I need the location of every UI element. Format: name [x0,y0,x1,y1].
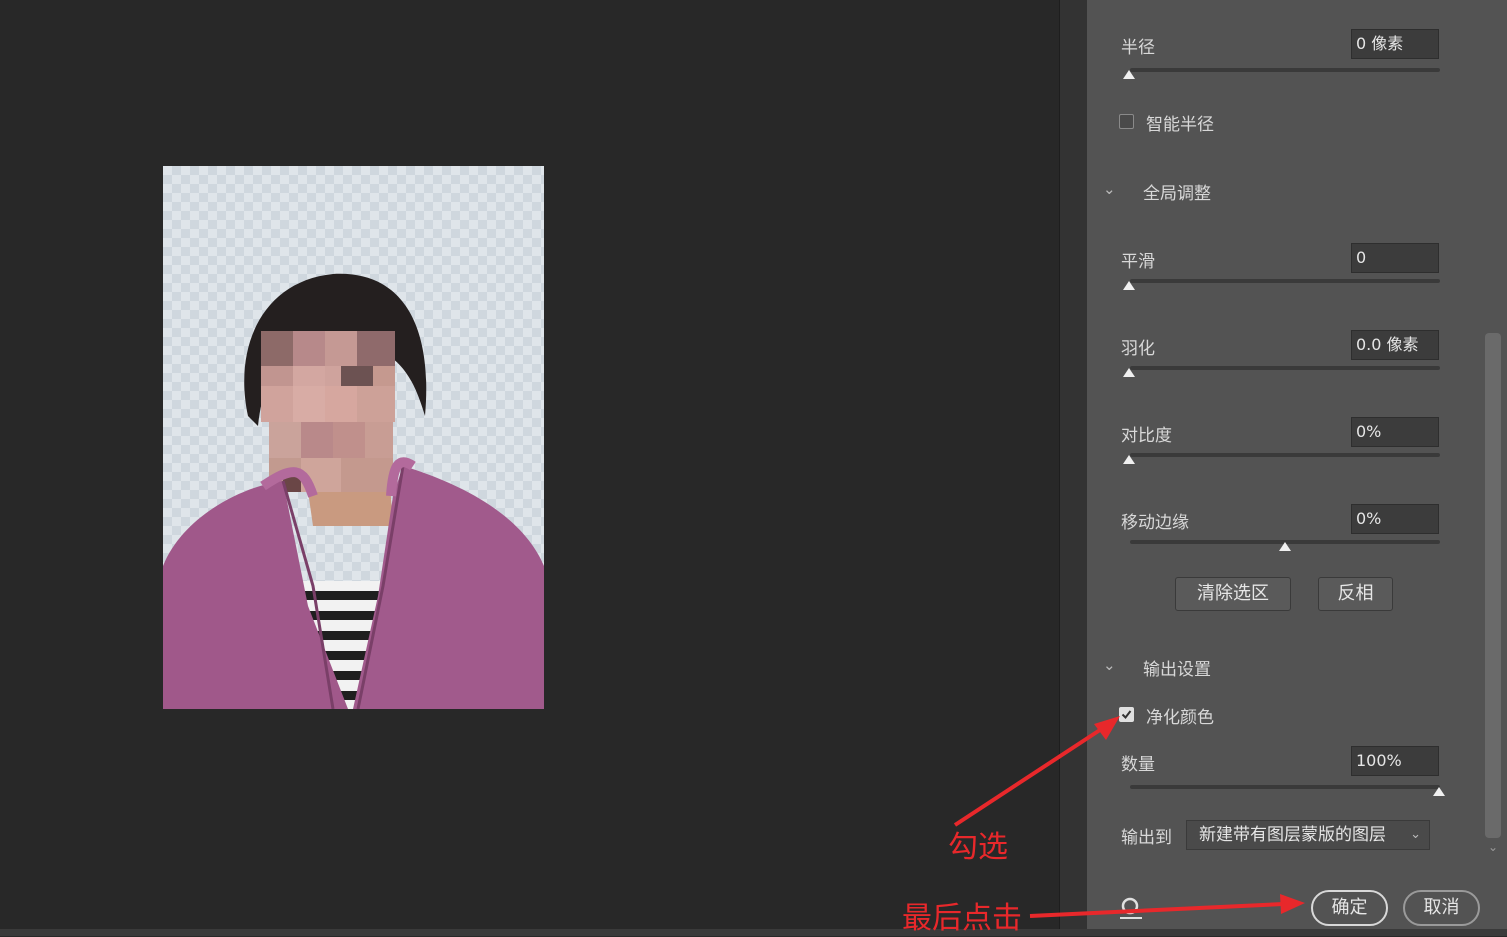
contrast-slider-thumb[interactable] [1122,451,1136,465]
annotation-check-hint: 勾选 [948,830,1008,865]
refine-edge-panel [1087,0,1481,936]
amount-slider[interactable] [1130,785,1440,789]
scroll-down-icon[interactable]: ⌄ [1488,840,1498,854]
preview-icon[interactable] [1118,896,1144,922]
smart-radius-label: 智能半径 [1146,115,1214,135]
feather-input[interactable]: 0.0 像素 [1351,330,1439,360]
invert-button[interactable]: 反相 [1318,577,1393,611]
feather-label: 羽化 [1121,339,1155,359]
shift-edge-input[interactable]: 0% [1351,504,1439,534]
contrast-slider[interactable] [1130,453,1440,457]
amount-input[interactable]: 100% [1351,746,1439,776]
shift-edge-slider-thumb[interactable] [1278,538,1292,552]
output-settings-title[interactable]: 输出设置 [1143,655,1211,680]
chevron-down-icon: ⌄ [1410,827,1421,842]
contrast-input[interactable]: 0% [1351,417,1439,447]
radius-label: 半径 [1121,38,1155,58]
annotation-final-click-hint: 最后点击 [902,901,1022,936]
amount-label: 数量 [1121,755,1155,775]
radius-input[interactable]: 0 像素 [1351,29,1439,59]
scrollbar-thumb[interactable] [1485,333,1501,838]
output-to-select[interactable]: 新建带有图层蒙版的图层 ⌄ [1186,820,1430,850]
smooth-label: 平滑 [1121,252,1155,272]
portrait-image [163,273,544,709]
smooth-slider[interactable] [1130,279,1440,283]
check-icon [1121,710,1132,720]
output-to-label: 输出到 [1121,828,1172,848]
feather-slider[interactable] [1130,366,1440,370]
feather-slider-thumb[interactable] [1122,364,1136,378]
amount-slider-thumb[interactable] [1432,783,1446,797]
cancel-button[interactable]: 取消 [1403,890,1480,926]
clear-selection-button[interactable]: 清除选区 [1175,577,1291,611]
bottom-strip [0,929,1507,936]
canvas-area [0,0,1059,936]
smooth-input[interactable]: 0 [1351,243,1439,273]
decontaminate-label: 净化颜色 [1146,708,1214,728]
global-adjust-title[interactable]: 全局调整 [1143,179,1211,204]
panel-divider [1059,0,1088,936]
photo-preview [163,166,544,709]
shift-edge-label: 移动边缘 [1121,513,1189,533]
contrast-label: 对比度 [1121,426,1172,446]
chevron-down-icon[interactable]: ⌄ [1103,180,1116,198]
decontaminate-checkbox[interactable] [1119,707,1134,722]
smooth-slider-thumb[interactable] [1122,277,1136,291]
ok-button[interactable]: 确定 [1311,890,1388,926]
radius-slider[interactable] [1130,68,1440,72]
output-to-value: 新建带有图层蒙版的图层 [1199,825,1386,845]
chevron-down-icon[interactable]: ⌄ [1103,656,1116,674]
radius-slider-thumb[interactable] [1122,66,1136,80]
smart-radius-checkbox[interactable] [1119,114,1134,129]
